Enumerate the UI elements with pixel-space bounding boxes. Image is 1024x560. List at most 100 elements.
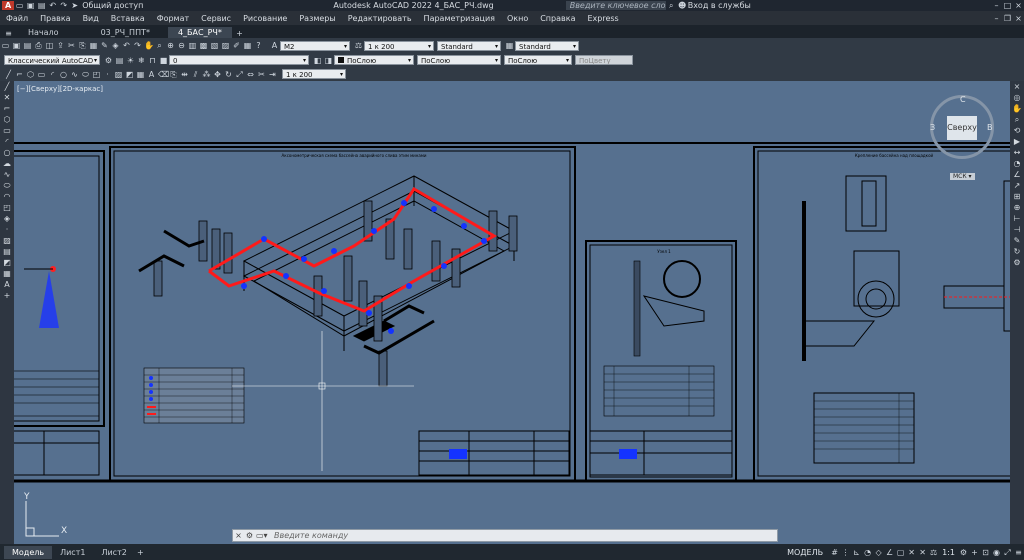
- save-icon[interactable]: ▤: [37, 1, 46, 10]
- bulb-icon[interactable]: ☀: [126, 56, 135, 65]
- zoom-previous-icon[interactable]: ⊖: [177, 41, 186, 50]
- multiline-text-icon[interactable]: A: [4, 279, 9, 290]
- move-tool-icon[interactable]: ✥: [213, 70, 222, 79]
- save-icon[interactable]: ▤: [23, 41, 32, 50]
- linetype-select[interactable]: ПоСлою ▾: [417, 55, 501, 65]
- layer-properties-icon[interactable]: ▤: [115, 56, 124, 65]
- dim-style-select[interactable]: Standard ▾: [437, 40, 501, 51]
- freeze-icon[interactable]: ❄: [137, 56, 146, 65]
- viewcube[interactable]: С З В Сверху: [930, 95, 994, 159]
- anno-scale-icon[interactable]: ⚖: [354, 41, 363, 50]
- menu-dimension[interactable]: Размеры: [293, 14, 341, 23]
- scale-label[interactable]: 1:1: [942, 548, 955, 557]
- menu-view[interactable]: Вид: [77, 14, 105, 23]
- cmd-recent-icon[interactable]: ▭▾: [256, 531, 268, 540]
- ellipse-tool-icon[interactable]: ⬭: [81, 70, 90, 79]
- erase-tool-icon[interactable]: ⌫: [158, 70, 169, 79]
- pline-icon[interactable]: ⌐: [4, 103, 11, 114]
- print-icon[interactable]: ⎙: [34, 41, 43, 50]
- circle-icon[interactable]: ○: [4, 147, 11, 158]
- line-icon[interactable]: ╱: [5, 81, 10, 92]
- drawing-canvas[interactable]: [−][Сверху][2D-каркас] Аксонометрическая…: [14, 81, 1010, 544]
- plotstyle-select[interactable]: ПоЦвету: [575, 55, 633, 65]
- tab-start[interactable]: Начало: [18, 27, 69, 38]
- line-tool-icon[interactable]: ╱: [4, 70, 13, 79]
- zoom-icon[interactable]: ⌕: [1015, 114, 1019, 125]
- publish-icon[interactable]: ⇪: [56, 41, 65, 50]
- cmd-settings-icon[interactable]: ⚙: [245, 531, 254, 540]
- rectangle-icon[interactable]: ▭: [3, 125, 11, 136]
- point-tool-icon[interactable]: ·: [103, 70, 112, 79]
- tab-sheet2[interactable]: Лист2: [93, 546, 134, 559]
- workspace-select[interactable]: Классический AutoCAD ▾: [4, 55, 100, 65]
- layer-select[interactable]: 0 ▾: [169, 55, 309, 65]
- region-tool-icon[interactable]: ◩: [125, 70, 134, 79]
- region-icon[interactable]: ◩: [3, 257, 11, 268]
- polar-icon[interactable]: ◔: [863, 548, 872, 557]
- polygon-tool-icon[interactable]: ⬡: [26, 70, 35, 79]
- snap-icon[interactable]: ⋮: [841, 548, 850, 557]
- app-logo-icon[interactable]: A: [2, 1, 15, 10]
- polygon-icon[interactable]: ⬡: [4, 114, 11, 125]
- lineweight-select[interactable]: ПоСлою ▾: [504, 55, 572, 65]
- text-style-select[interactable]: М2 ▾: [280, 40, 350, 51]
- viewcube-face[interactable]: Сверху: [947, 116, 977, 140]
- orbit-icon[interactable]: ⟲: [1014, 125, 1021, 136]
- table-style-select[interactable]: Standard ▾: [515, 40, 579, 51]
- close-icon[interactable]: ×: [1014, 81, 1021, 92]
- signin-button[interactable]: Вход в службы: [688, 1, 751, 10]
- tab-03-rch-ppt[interactable]: 03_РЧ_ППТ*: [91, 27, 160, 38]
- table-icon[interactable]: ▦: [3, 268, 11, 279]
- dimension-icon[interactable]: ↔: [1014, 147, 1021, 158]
- doc-minimize-icon[interactable]: –: [992, 14, 1001, 23]
- viewport-scale-select[interactable]: 1 к 200 ▾: [282, 69, 346, 79]
- text-style-icon[interactable]: A: [270, 41, 279, 50]
- minimize-icon[interactable]: –: [992, 1, 1001, 10]
- pan-icon[interactable]: ✋: [144, 41, 154, 50]
- array-tool-icon[interactable]: ⁂: [202, 70, 211, 79]
- undo-icon[interactable]: ↶: [48, 1, 57, 10]
- block-icon[interactable]: ◈: [111, 41, 120, 50]
- undo-icon[interactable]: ↶: [122, 41, 131, 50]
- circle-tool-icon[interactable]: ○: [59, 70, 68, 79]
- command-input[interactable]: Введите команду: [274, 531, 348, 540]
- maximize-icon[interactable]: □: [1003, 1, 1012, 10]
- menu-draw[interactable]: Рисование: [237, 14, 293, 23]
- grid-icon[interactable]: #: [830, 548, 839, 557]
- model-space-label[interactable]: МОДЕЛЬ: [787, 548, 823, 557]
- menu-window[interactable]: Окно: [501, 14, 534, 23]
- redo-icon[interactable]: ↷: [59, 1, 68, 10]
- design-center-icon[interactable]: ▩: [199, 41, 208, 50]
- insert-icon[interactable]: ◰: [3, 202, 11, 213]
- menu-edit[interactable]: Правка: [34, 14, 76, 23]
- arc-icon[interactable]: ◜: [5, 136, 8, 147]
- viewcube-west[interactable]: З: [930, 123, 935, 132]
- isolate-icon[interactable]: ◉: [992, 548, 1001, 557]
- auto-scale-icon[interactable]: ✕: [918, 548, 927, 557]
- angular-icon[interactable]: ∠: [1013, 169, 1020, 180]
- wcs-menu[interactable]: МСК ▾: [950, 173, 975, 180]
- add-layout-icon[interactable]: +: [136, 548, 145, 557]
- menu-parametric[interactable]: Параметризация: [418, 14, 501, 23]
- user-icon[interactable]: ☻: [678, 1, 687, 10]
- menu-insert[interactable]: Вставка: [105, 14, 151, 23]
- hatch-icon[interactable]: ▨: [3, 235, 11, 246]
- pan-icon[interactable]: ✋: [1012, 103, 1022, 114]
- offset-tool-icon[interactable]: ⫽: [191, 70, 200, 79]
- pline-tool-icon[interactable]: ⌐: [15, 70, 24, 79]
- menu-file[interactable]: Файл: [0, 14, 34, 23]
- markup-icon[interactable]: ✐: [232, 41, 241, 50]
- rectangle-tool-icon[interactable]: ▭: [37, 70, 46, 79]
- redo-icon[interactable]: ↷: [133, 41, 142, 50]
- lock-icon[interactable]: ⊓: [148, 56, 157, 65]
- share-button[interactable]: Общий доступ: [82, 1, 143, 10]
- copy-icon[interactable]: ⎘: [78, 41, 87, 50]
- annotation-visibility-icon[interactable]: ✕: [907, 548, 916, 557]
- baseline-icon[interactable]: ⊢: [1014, 213, 1021, 224]
- zoom-realtime-icon[interactable]: ⌕: [155, 41, 164, 50]
- leader-icon[interactable]: ↗: [1014, 180, 1021, 191]
- trim-tool-icon[interactable]: ✂: [257, 70, 266, 79]
- dim-edit-icon[interactable]: ✎: [1014, 235, 1021, 246]
- center-mark-icon[interactable]: ⊕: [1014, 202, 1021, 213]
- ellipse-icon[interactable]: ⬭: [4, 180, 11, 191]
